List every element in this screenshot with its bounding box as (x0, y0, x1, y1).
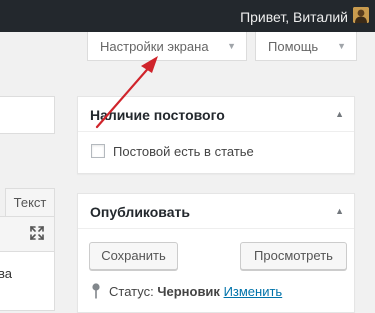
edit-status-link[interactable]: Изменить (224, 284, 283, 299)
status-value: Черновик (157, 284, 220, 299)
publish-postbox: Опубликовать ▲ Сохранить Просмотреть Ста… (77, 193, 355, 313)
user-avatar[interactable] (353, 7, 369, 23)
divider (78, 131, 354, 132)
editor-toolbar (0, 216, 55, 252)
avatar-icon (353, 7, 369, 23)
help-tab[interactable]: Помощь ▼ (255, 32, 357, 61)
admin-bar: Привет, Виталий (0, 0, 375, 32)
user-greeting[interactable]: Привет, Виталий (240, 8, 348, 26)
status-label: Статус: (109, 284, 154, 299)
caret-down-icon: ▼ (227, 41, 236, 51)
postbox-title: Наличие постового (90, 107, 225, 123)
postbox-title: Опубликовать (90, 204, 190, 220)
tab-text[interactable]: Текст (5, 188, 55, 216)
stock-checkbox-row[interactable]: Постовой есть в статье (91, 144, 254, 159)
post-status-row: Статус: Черновик Изменить (91, 283, 282, 299)
editor-content[interactable]: ва (0, 251, 55, 311)
stock-checkbox[interactable] (91, 144, 105, 158)
editor-text-fragment: ва (0, 266, 12, 281)
caret-up-icon[interactable]: ▲ (335, 109, 344, 119)
stock-postbox: Наличие постового ▲ Постовой есть в стат… (77, 96, 355, 174)
stock-checkbox-label: Постовой есть в статье (113, 144, 254, 159)
caret-up-icon[interactable]: ▲ (335, 206, 344, 216)
fullscreen-expand-icon[interactable] (29, 225, 45, 241)
screen-options-label: Настройки экрана (100, 39, 209, 54)
help-label: Помощь (268, 39, 319, 54)
pin-icon (91, 283, 101, 299)
save-draft-button[interactable]: Сохранить (89, 242, 178, 270)
caret-down-icon: ▼ (337, 41, 346, 51)
screen-options-tab[interactable]: Настройки экрана ▼ (87, 32, 247, 61)
preview-button[interactable]: Просмотреть (240, 242, 347, 270)
divider (78, 228, 354, 229)
post-title-input[interactable] (0, 96, 55, 134)
